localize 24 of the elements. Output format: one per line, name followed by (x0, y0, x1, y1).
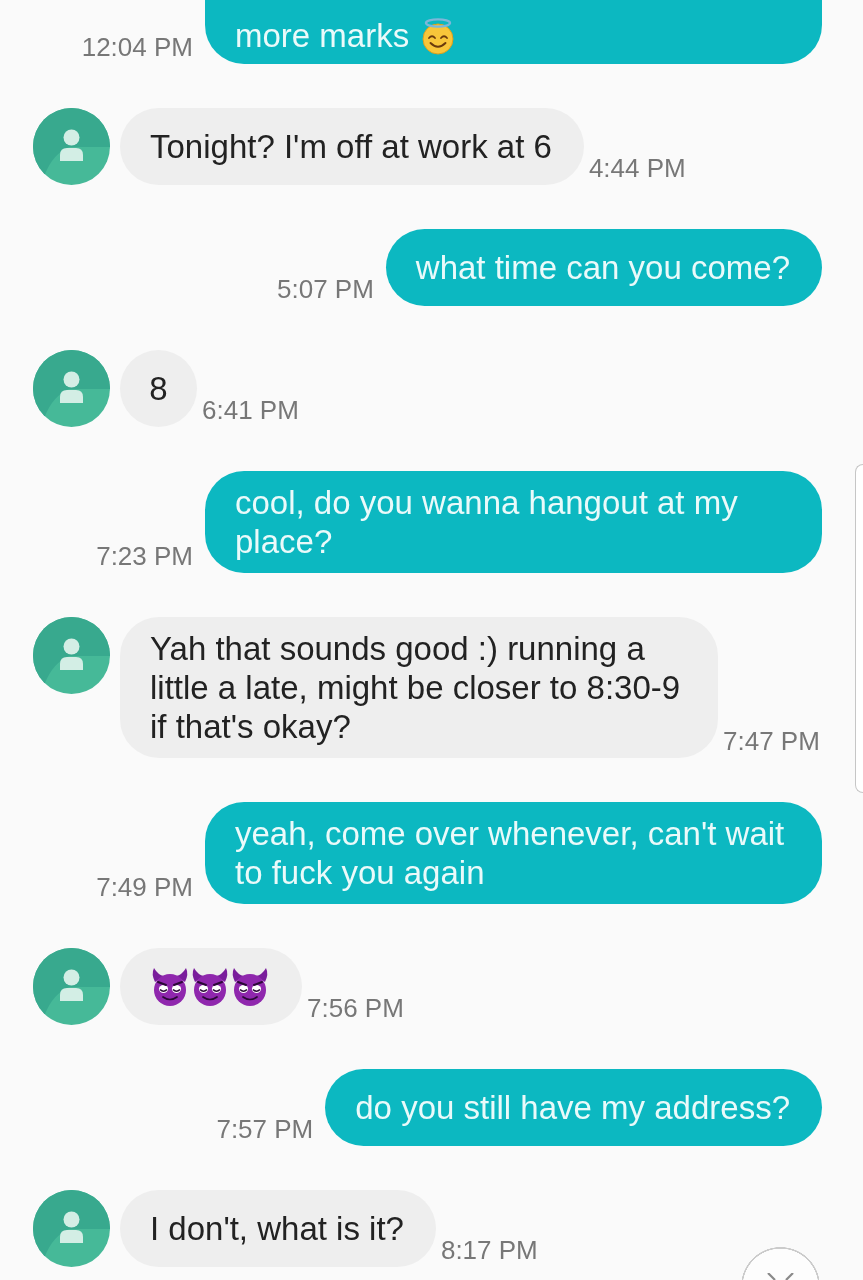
message-time: 7:49 PM (96, 872, 193, 902)
scrollbar-thumb[interactable] (855, 464, 863, 793)
devil-face-icon (150, 966, 190, 1007)
message-text: 8 (149, 369, 168, 408)
message-time: 12:04 PM (81, 32, 193, 62)
message-text: cool, do you wanna hangout at my place? (235, 483, 739, 561)
message-text: Tonight? I'm off at work at 6 (150, 127, 552, 166)
message-time: 6:41 PM (202, 395, 299, 425)
devil-face-icon (190, 966, 230, 1007)
message-text: Yah that sounds good :) running a little a late, might be closer to 8:30-9 if that's okay? (150, 629, 682, 746)
message-text: do you still have my address? (355, 1088, 790, 1127)
message-time: 7:47 PM (723, 726, 820, 756)
message-text: I don't, what is it? (150, 1209, 404, 1248)
message-time: 7:56 PM (307, 993, 404, 1023)
message-time: 5:07 PM (277, 274, 374, 304)
message-text: yeah, come over whenever, can't wait to fuck you again (235, 814, 786, 892)
message-time: 8:17 PM (440, 1235, 538, 1265)
chevron-down-icon (767, 1273, 794, 1280)
devil-face-icon (230, 966, 270, 1007)
message-text: more marks (235, 16, 410, 55)
message-time: 7:57 PM (216, 1114, 314, 1144)
message-text: what time can you come? (415, 248, 790, 287)
message-time: 7:23 PM (96, 541, 193, 571)
message-time: 4:44 PM (588, 153, 686, 183)
